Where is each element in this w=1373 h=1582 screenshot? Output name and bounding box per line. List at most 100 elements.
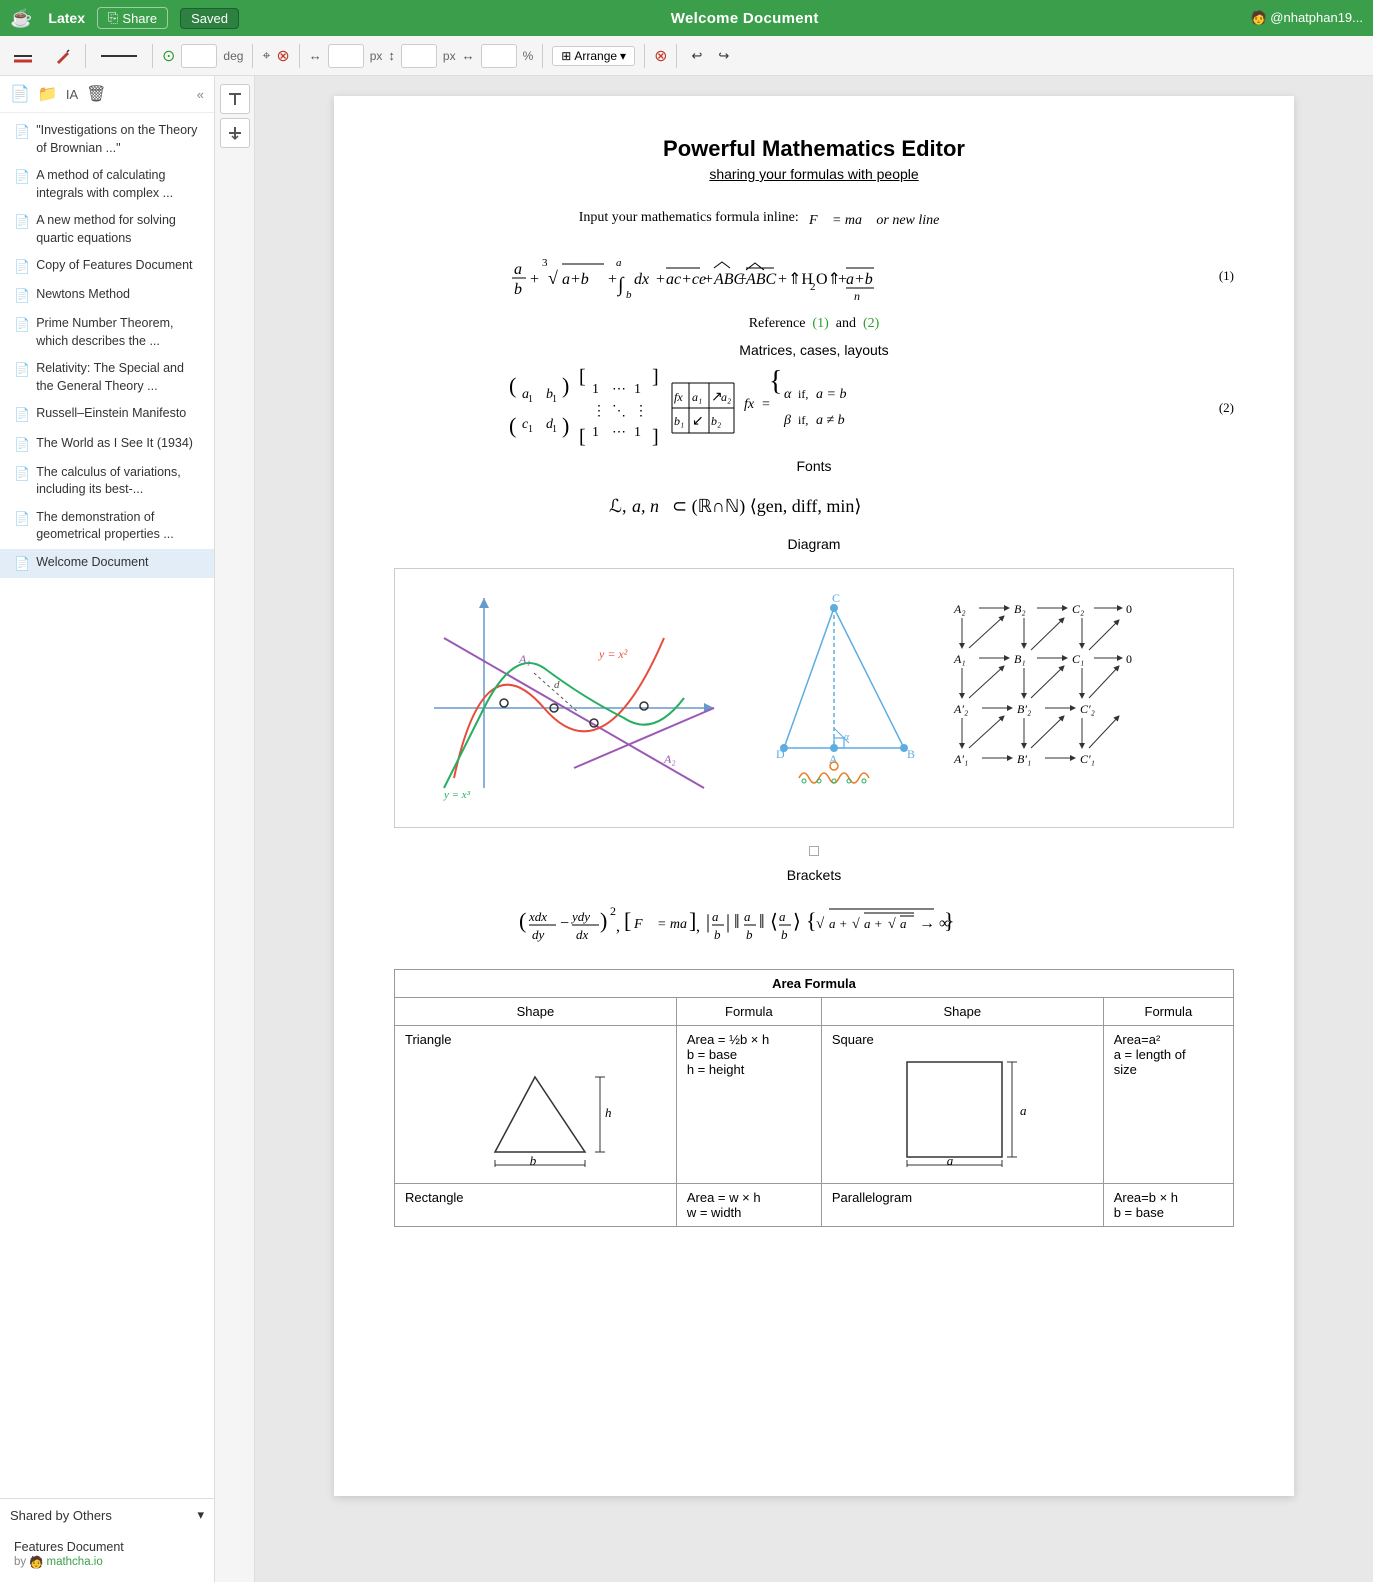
- doc-icon-6: 📄: [14, 361, 30, 379]
- col-header-shape1: Shape: [395, 998, 677, 1026]
- fonts-example: ℒ, a, n ⊂ (ℝ∩ℕ) ⟨gen, diff, min⟩: [394, 484, 1234, 524]
- equation-1: a b + 3 √ a+b + ∫ a b: [394, 246, 1234, 306]
- content-area: Powerful Mathematics Editor sharing your…: [215, 76, 1373, 1582]
- svg-text:fx: fx: [744, 397, 755, 412]
- share-button[interactable]: ⎘ Share: [97, 7, 168, 29]
- svg-text:+: +: [656, 271, 665, 288]
- svg-text:a, n: a, n: [632, 496, 659, 516]
- svg-text:2: 2: [810, 281, 816, 293]
- svg-text:b: b: [514, 281, 522, 298]
- svg-text:√: √: [816, 916, 825, 932]
- sidebar-item-0[interactable]: 📄 "Investigations on the Theory of Brown…: [0, 117, 214, 162]
- height-input[interactable]: 6: [401, 44, 437, 68]
- doc-icon-5: 📄: [14, 316, 30, 334]
- toolbar: ⊙ 0 deg ⌖ ⊗ ↔ 6 px ↕ 6 px ↔ 0 % ⊞ Arrang…: [0, 36, 1373, 76]
- area-table-title: Area Formula: [395, 970, 1234, 998]
- svg-text:⋯: ⋯: [612, 382, 626, 397]
- sidebar-item-2[interactable]: 📄 A new method for solving quartic equat…: [0, 207, 214, 252]
- doc-icon-4: 📄: [14, 287, 30, 305]
- line-style-tool[interactable]: [95, 45, 143, 67]
- text-tool-button[interactable]: [220, 84, 250, 114]
- sidebar-item-3[interactable]: 📄 Copy of Features Document: [0, 252, 214, 281]
- new-doc-icon[interactable]: 📄: [10, 84, 30, 104]
- svg-text:B′₁: B′₁: [1017, 752, 1031, 766]
- svg-text:1: 1: [552, 424, 557, 435]
- sidebar-item-6[interactable]: 📄 Relativity: The Special and the Genera…: [0, 355, 214, 400]
- author-link[interactable]: mathcha.io: [46, 1556, 102, 1568]
- width-input[interactable]: 6: [328, 44, 364, 68]
- svg-text:C₂: C₂: [1072, 602, 1084, 616]
- document-scroll[interactable]: Powerful Mathematics Editor sharing your…: [255, 76, 1373, 1582]
- svg-text:A₁: A₁: [953, 652, 966, 666]
- svg-text:b₁: b₁: [674, 414, 684, 428]
- trash-icon[interactable]: 🗑: [86, 84, 106, 104]
- svg-text:2: 2: [610, 904, 616, 918]
- width-arrows-icon: ↔: [309, 48, 322, 63]
- svg-text:1: 1: [528, 424, 533, 435]
- svg-text:if,: if,: [798, 387, 808, 401]
- undo-button[interactable]: ↩: [686, 46, 707, 66]
- svg-text:A₂: A₂: [663, 752, 676, 766]
- svg-text:√: √: [852, 917, 860, 932]
- svg-text:{: {: [806, 908, 817, 933]
- svg-text:↙: ↙: [692, 414, 704, 429]
- collapse-sidebar-icon[interactable]: «: [197, 87, 204, 102]
- opacity-input[interactable]: 0: [481, 44, 517, 68]
- sidebar-item-11[interactable]: 📄 Welcome Document: [0, 549, 214, 578]
- redo-button[interactable]: ↪: [713, 46, 734, 66]
- svg-text:y = x²: y = x²: [598, 647, 628, 661]
- height-unit: px: [443, 49, 456, 63]
- saved-button[interactable]: Saved: [180, 8, 239, 29]
- ref2: (2): [863, 316, 879, 331]
- svg-text:C′₁: C′₁: [1080, 752, 1095, 766]
- doc-icon-11: 📄: [14, 555, 30, 573]
- arrange-button[interactable]: ⊞ Arrange ▾: [552, 46, 635, 66]
- sidebar-item-1[interactable]: 📄 A method of calculating integrals with…: [0, 162, 214, 207]
- svg-text:α: α: [784, 387, 792, 402]
- folder-icon[interactable]: 📁: [38, 84, 58, 104]
- left-tools-panel: [215, 76, 255, 1582]
- logo-icon: ☕: [10, 8, 32, 29]
- brackets-example: ( xdx dy − ydy dx ) 2 , [ F⃗: [394, 893, 1234, 953]
- close-circle-icon[interactable]: ⊗: [654, 46, 667, 66]
- shared-by-others-header[interactable]: Shared by Others ▾: [0, 1499, 214, 1531]
- col-header-shape2: Shape: [821, 998, 1103, 1026]
- svg-text:⊂ (ℝ∩ℕ) ⟨gen, diff, min⟩: ⊂ (ℝ∩ℕ) ⟨gen, diff, min⟩: [672, 496, 861, 517]
- resize-handle[interactable]: [394, 844, 1234, 859]
- app-name: Latex: [48, 10, 85, 26]
- svg-text:⋮: ⋮: [634, 404, 648, 419]
- svg-text:,: ,: [616, 918, 620, 935]
- svg-text:n: n: [854, 289, 860, 303]
- shared-item-0[interactable]: Features Document by 🧑 mathcha.io: [0, 1535, 214, 1574]
- sidebar-item-4[interactable]: 📄 Newtons Method: [0, 281, 214, 310]
- svg-text:+: +: [778, 271, 787, 288]
- svg-text:=: =: [762, 397, 770, 412]
- insert-tool-button[interactable]: [220, 118, 250, 148]
- sidebar: 📄 📁 IA 🗑 « 📄 "Investigations on the Theo…: [0, 76, 215, 1582]
- sidebar-document-list: 📄 "Investigations on the Theory of Brown…: [0, 113, 214, 1498]
- shape-rectangle: Rectangle: [395, 1184, 677, 1227]
- sidebar-item-8[interactable]: 📄 The World as I See It (1934): [0, 430, 214, 459]
- sidebar-item-5[interactable]: 📄 Prime Number Theorem, which describes …: [0, 310, 214, 355]
- sidebar-item-7[interactable]: 📄 Russell–Einstein Manifesto: [0, 400, 214, 429]
- sidebar-item-10[interactable]: 📄 The demonstration of geometrical prope…: [0, 504, 214, 549]
- IA-label[interactable]: IA: [66, 87, 78, 102]
- svg-text:1: 1: [552, 394, 557, 405]
- doc-icon-1: 📄: [14, 168, 30, 186]
- svg-text:|: |: [706, 911, 710, 933]
- sidebar-item-9[interactable]: 📄 The calculus of variations, including …: [0, 459, 214, 504]
- user-menu[interactable]: 🧑 @nhatphan19...: [1250, 10, 1363, 26]
- equation-2-number: (2): [1219, 400, 1234, 416]
- svg-text:y = x³: y = x³: [443, 789, 471, 801]
- brackets-label: Brackets: [394, 867, 1234, 883]
- svg-text:‖: ‖: [759, 911, 765, 933]
- rotation-input[interactable]: 0: [181, 44, 217, 68]
- opacity-unit: %: [523, 49, 534, 63]
- svg-text:b: b: [781, 927, 788, 942]
- sidebar-top: 📄 📁 IA 🗑 «: [0, 76, 214, 113]
- pen-tool[interactable]: [50, 45, 76, 67]
- doc-icon-0: 📄: [14, 123, 30, 141]
- arrange-icon: ⊞: [561, 49, 571, 63]
- svg-text:a ≠ b: a ≠ b: [816, 413, 845, 428]
- stroke-color-tool[interactable]: [8, 45, 44, 67]
